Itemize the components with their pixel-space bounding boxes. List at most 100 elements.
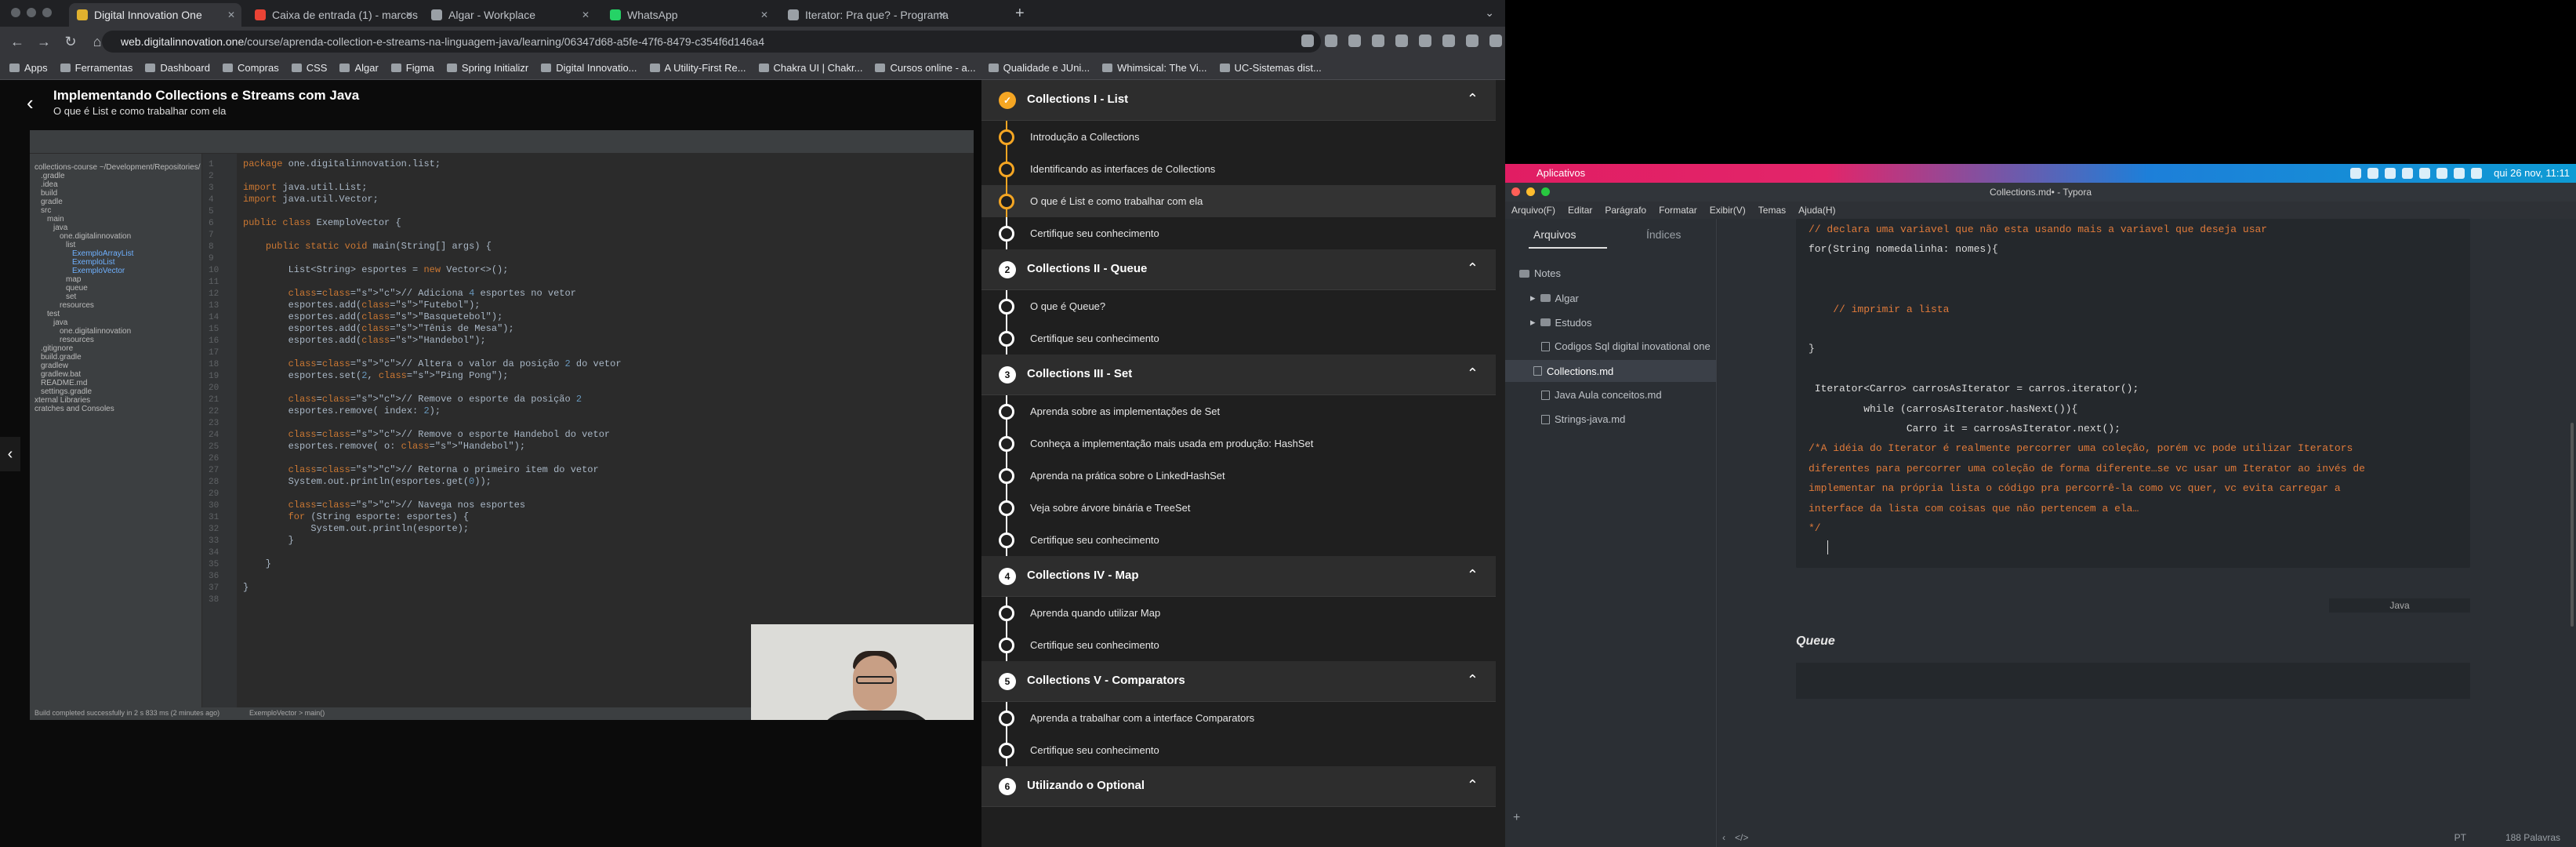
browser-tab[interactable]: Algar - Workplace ✕ (423, 3, 596, 27)
bookmark-item[interactable]: Algar (339, 62, 379, 74)
project-tree-item[interactable]: java (53, 318, 67, 327)
bookmark-item[interactable]: Spring Initializr (446, 62, 528, 74)
project-tree-item[interactable]: test (47, 310, 60, 318)
disclosure-icon[interactable]: ▸ (1530, 316, 1536, 329)
project-tree-item[interactable]: java (53, 224, 67, 232)
bookmark-item[interactable]: Dashboard (145, 62, 210, 74)
project-tree-item[interactable]: build (41, 189, 57, 198)
chevron-up-icon[interactable]: ⌃ (1467, 567, 1478, 583)
folder-item[interactable]: ▸ Algar (1530, 292, 1579, 304)
toggle-sidebar-icon[interactable]: ‹ (1722, 832, 1725, 843)
lesson-item[interactable]: Aprenda quando utilizar Map (981, 597, 1496, 629)
project-tree-item[interactable]: .idea (41, 180, 58, 189)
project-tree-item[interactable]: .gitignore (41, 344, 73, 353)
menu-item[interactable]: Ajuda(H) (1798, 205, 1835, 216)
menu-item[interactable]: Temas (1758, 205, 1786, 216)
curriculum-section-header[interactable]: 3 Collections III - Set ⌃ (981, 354, 1496, 395)
lesson-item[interactable]: Introdução a Collections (981, 121, 1496, 153)
project-tree-item[interactable]: .gradle (41, 172, 65, 180)
close-tab-icon[interactable]: ✕ (938, 9, 946, 20)
project-tree-item[interactable]: gradlew (41, 362, 68, 370)
close-tab-icon[interactable]: ✕ (227, 9, 235, 20)
project-tree-item[interactable]: settings.gradle (41, 387, 92, 396)
curriculum-section-header[interactable]: 5 Collections V - Comparators ⌃ (981, 661, 1496, 702)
curriculum-section-header[interactable]: ✓ Collections I - List ⌃ (981, 80, 1496, 121)
new-tab-button[interactable]: + (1015, 5, 1025, 23)
tab-files[interactable]: Arquivos (1533, 228, 1576, 241)
curriculum-section-header[interactable]: 2 Collections II - Queue ⌃ (981, 249, 1496, 290)
lesson-item[interactable]: Aprenda sobre as implementações de Set (981, 395, 1496, 427)
project-tree-item[interactable]: ExemploArrayList (72, 249, 133, 258)
window-controls[interactable] (11, 8, 52, 17)
bookmark-item[interactable]: Chakra UI | Chakr... (758, 62, 862, 74)
project-tree-item[interactable]: main (47, 215, 64, 224)
spellcheck-language[interactable]: PT (2454, 832, 2466, 843)
tab-search-icon[interactable]: ⌄ (1485, 6, 1494, 20)
folder-item[interactable]: Notes (1519, 267, 1561, 279)
chevron-up-icon[interactable]: ⌃ (1467, 91, 1478, 107)
close-tab-icon[interactable]: ✕ (760, 9, 768, 20)
lesson-item[interactable]: Conheça a implementação mais usada em pr… (981, 427, 1496, 460)
close-tab-icon[interactable]: ✕ (405, 9, 413, 20)
menu-item[interactable]: Parágrafo (1605, 205, 1646, 216)
source-mode-icon[interactable]: </> (1735, 832, 1748, 843)
bookmark-item[interactable]: A Utility-First Re... (649, 62, 746, 74)
word-count[interactable]: 188 Palavras (2505, 832, 2560, 843)
project-tree-item[interactable]: resources (60, 336, 94, 344)
project-tree-item[interactable]: ExemploVector (72, 267, 125, 275)
menu-item[interactable]: Arquivo(F) (1511, 205, 1555, 216)
tab-index[interactable]: Índices (1646, 228, 1681, 241)
lesson-item[interactable]: Certifique seu conhecimento (981, 217, 1496, 249)
lesson-item[interactable]: Veja sobre árvore binária e TreeSet (981, 492, 1496, 524)
browser-tab[interactable]: Digital Innovation One ✕ (69, 3, 241, 27)
chevron-up-icon[interactable]: ⌃ (1467, 777, 1478, 794)
extension-icons[interactable] (1301, 35, 1502, 47)
lesson-item[interactable]: Certifique seu conhecimento (981, 629, 1496, 661)
code-block[interactable]: // declara uma variavel que não esta usa… (1796, 219, 2470, 568)
project-tree-item[interactable]: list (66, 241, 75, 249)
menu-item[interactable]: Formatar (1659, 205, 1697, 216)
project-tree-item[interactable]: gradlew.bat (41, 370, 81, 379)
browser-tab[interactable]: Caixa de entrada (1) - marcos ✕ (247, 3, 419, 27)
file-item[interactable]: Strings-java.md (1541, 413, 1625, 425)
project-tree-item[interactable]: cratches and Consoles (34, 405, 114, 413)
chevron-up-icon[interactable]: ⌃ (1467, 672, 1478, 689)
bookmark-item[interactable]: Figma (390, 62, 434, 74)
project-tree-item[interactable]: queue (66, 284, 88, 293)
forward-icon[interactable]: → (34, 34, 53, 50)
project-tree-item[interactable]: map (66, 275, 81, 284)
project-tree-item[interactable]: xternal Libraries (34, 396, 90, 405)
menu-item[interactable]: Editar (1568, 205, 1592, 216)
bookmark-item[interactable]: Cursos online - a... (875, 62, 976, 74)
project-tree-item[interactable]: ExemploList (72, 258, 114, 267)
bookmark-item[interactable]: Digital Innovatio... (541, 62, 637, 74)
lesson-item[interactable]: Certifique seu conhecimento (981, 322, 1496, 354)
bookmark-item[interactable]: UC-Sistemas dist... (1219, 62, 1322, 74)
close-tab-icon[interactable]: ✕ (582, 9, 590, 20)
project-tree-item[interactable]: build.gradle (41, 353, 82, 362)
bookmark-item[interactable]: Qualidade e JUni... (988, 62, 1090, 74)
project-tree-item[interactable]: set (66, 293, 76, 301)
typora-scrollbar[interactable] (2568, 219, 2576, 831)
prev-lesson-arrow-icon[interactable]: ‹ (0, 437, 20, 471)
lesson-item[interactable]: O que é Queue? (981, 290, 1496, 322)
back-arrow-icon[interactable]: ‹ (27, 91, 34, 115)
lesson-item[interactable]: Identificando as interfaces de Collectio… (981, 153, 1496, 185)
empty-code-block[interactable] (1796, 663, 2470, 699)
file-item[interactable]: Java Aula conceitos.md (1541, 389, 1662, 401)
system-tray[interactable] (2350, 168, 2482, 179)
typora-window-controls[interactable] (1511, 187, 1550, 196)
file-item[interactable]: Codigos Sql digital inovational one (1541, 340, 1711, 352)
project-tree-item[interactable]: src (41, 206, 51, 215)
lesson-item[interactable]: Aprenda a trabalhar com a interface Comp… (981, 702, 1496, 734)
applications-menu[interactable]: Aplicativos (1537, 167, 1585, 179)
code-language-label[interactable]: Java (2329, 598, 2470, 613)
bookmark-item[interactable]: CSS (291, 62, 327, 74)
bookmark-item[interactable]: Compras (222, 62, 279, 74)
project-tree-item[interactable]: README.md (41, 379, 87, 387)
chevron-up-icon[interactable]: ⌃ (1467, 365, 1478, 382)
project-tree-item[interactable]: one.digitalinnovation (60, 327, 131, 336)
add-file-icon[interactable]: + (1513, 811, 1520, 825)
curriculum-section-header[interactable]: 4 Collections IV - Map ⌃ (981, 556, 1496, 597)
curriculum-section-header[interactable]: 6 Utilizando o Optional ⌃ (981, 766, 1496, 807)
